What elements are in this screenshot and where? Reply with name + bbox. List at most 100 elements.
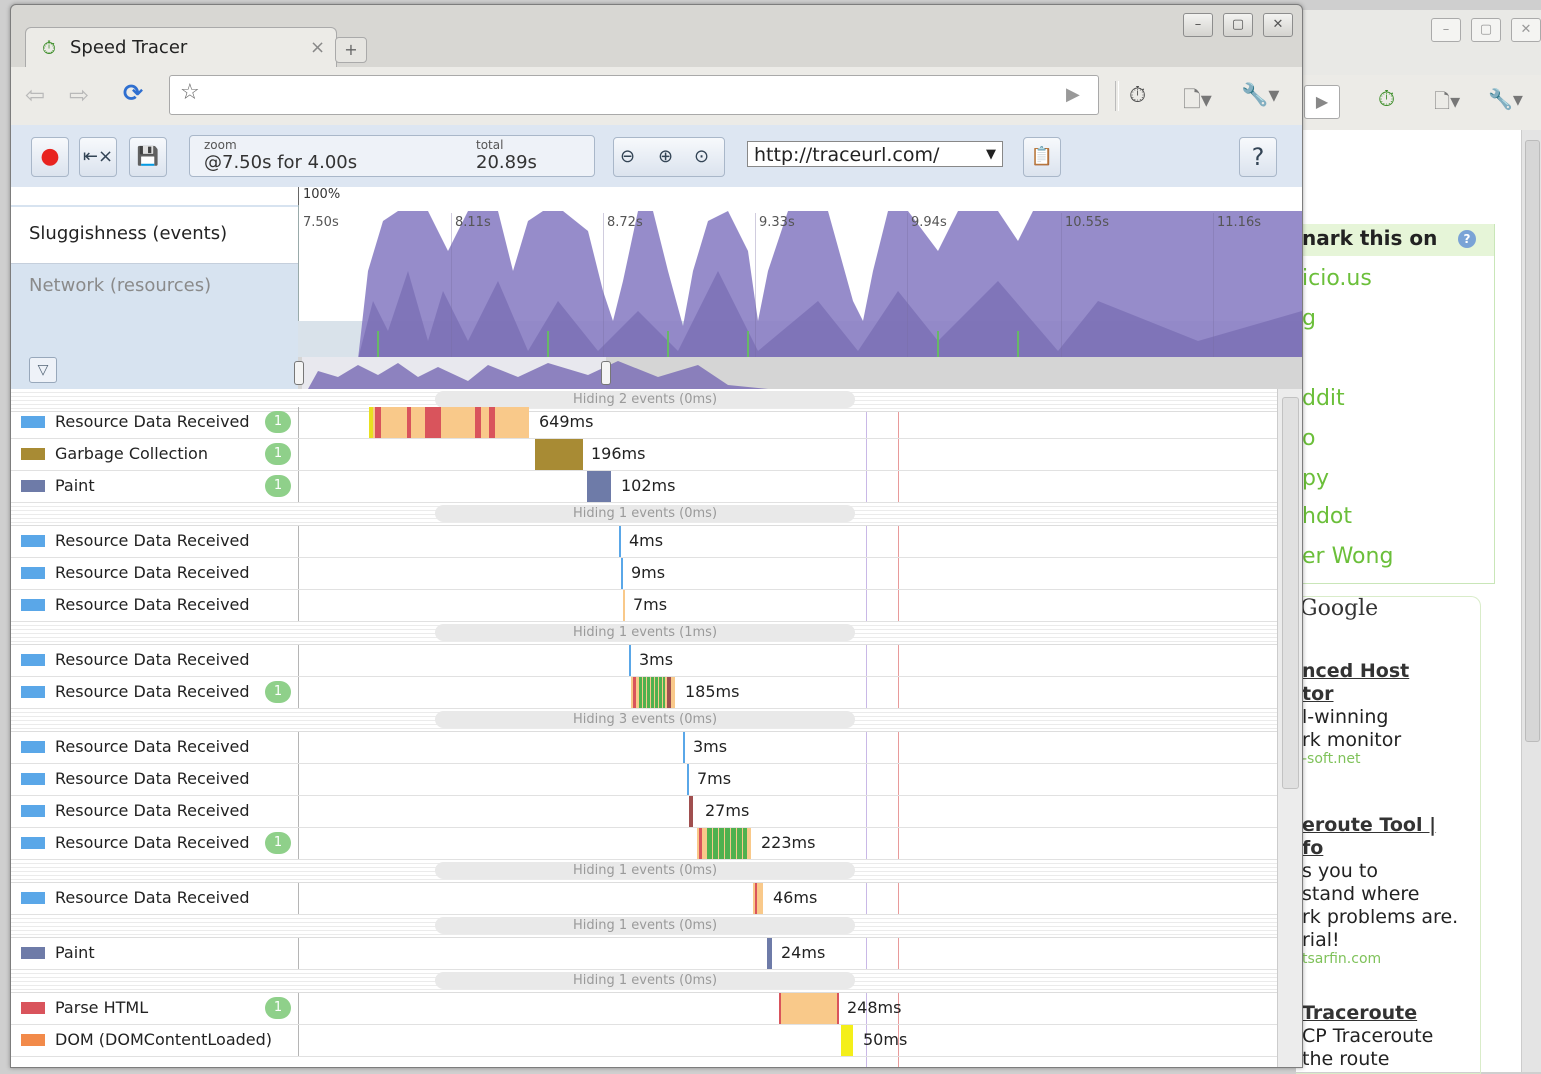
- scrollbar-thumb[interactable]: [1282, 397, 1299, 789]
- help-button[interactable]: ?: [1239, 137, 1277, 177]
- maximize-icon[interactable]: ▢: [1223, 13, 1253, 37]
- event-badge[interactable]: 1: [265, 681, 291, 703]
- event-row[interactable]: Resource Data Received 4ms: [11, 526, 1277, 558]
- filter-button[interactable]: ▽: [29, 357, 57, 383]
- event-badge[interactable]: 1: [265, 411, 291, 433]
- range-handle-right[interactable]: [601, 361, 611, 385]
- hidden-events-row[interactable]: Hiding 3 events (0ms): [11, 709, 1277, 732]
- bg-speedtracer-icon[interactable]: ⏱: [1378, 87, 1395, 112]
- total-label: total: [476, 138, 504, 152]
- bookmark-link[interactable]: er Wong: [1302, 544, 1393, 569]
- bookmark-link[interactable]: hdot: [1302, 504, 1352, 529]
- event-row[interactable]: Resource Data Received 3ms: [11, 645, 1277, 677]
- event-row[interactable]: Resource Data Received 46ms: [11, 883, 1277, 915]
- hidden-events-pill[interactable]: Hiding 1 events (0ms): [435, 505, 855, 522]
- bookmark-link[interactable]: o: [1302, 426, 1315, 451]
- event-badge[interactable]: 1: [265, 832, 291, 854]
- event-row[interactable]: Resource Data Received 7ms: [11, 764, 1277, 796]
- ad-title[interactable]: nced Host: [1302, 660, 1409, 682]
- zoom-in-icon[interactable]: ⊕: [658, 138, 673, 176]
- event-row[interactable]: Resource Data Received 1 185ms: [11, 677, 1277, 709]
- zoom-reset-icon[interactable]: ⊙: [694, 138, 709, 176]
- bg-page-menu-icon[interactable]: 🗋▾: [1434, 87, 1460, 121]
- ad-title[interactable]: eroute Tool |: [1302, 814, 1436, 836]
- ad-url[interactable]: -soft.net: [1302, 751, 1361, 767]
- overview-minimap[interactable]: [298, 357, 1302, 389]
- event-badge[interactable]: 1: [265, 475, 291, 497]
- sluggishness-graph[interactable]: [298, 211, 1302, 359]
- minimize-icon[interactable]: –: [1183, 13, 1213, 37]
- ad-title[interactable]: fo: [1302, 837, 1323, 859]
- star-icon[interactable]: ☆: [180, 80, 200, 105]
- range-handle-left[interactable]: [294, 361, 304, 385]
- hidden-events-pill[interactable]: Hiding 2 events (0ms): [435, 391, 855, 408]
- save-button[interactable]: 💾: [129, 137, 167, 177]
- bg-wrench-menu-icon[interactable]: 🔧▾: [1488, 87, 1523, 111]
- report-button[interactable]: 📋: [1023, 137, 1061, 177]
- url-select[interactable]: http://traceurl.com/ ▼: [747, 141, 1003, 167]
- speedtracer-icon[interactable]: ⏱: [1129, 83, 1146, 108]
- hidden-events-row[interactable]: Hiding 1 events (0ms): [11, 970, 1277, 993]
- event-list-scrollbar[interactable]: [1277, 389, 1302, 1067]
- bookmark-link[interactable]: py: [1302, 466, 1329, 491]
- wrench-menu-icon[interactable]: 🔧▾: [1241, 83, 1279, 108]
- go-icon[interactable]: ▶: [1066, 84, 1080, 105]
- event-badge[interactable]: 1: [265, 997, 291, 1019]
- event-row[interactable]: Paint 24ms: [11, 938, 1277, 970]
- zoom-out-icon[interactable]: ⊖: [620, 138, 635, 176]
- event-row[interactable]: Resource Data Received 3ms: [11, 732, 1277, 764]
- event-label: Resource Data Received: [55, 769, 250, 788]
- bg-maximize-icon[interactable]: ▢: [1471, 18, 1501, 42]
- back-icon[interactable]: ⇦: [25, 81, 45, 109]
- event-row[interactable]: Paint 1 102ms: [11, 471, 1277, 503]
- hidden-events-pill[interactable]: Hiding 1 events (1ms): [435, 624, 855, 641]
- tab-speed-tracer[interactable]: ⏱ Speed Tracer ×: [25, 27, 337, 68]
- bg-go-icon[interactable]: ▶: [1304, 85, 1340, 119]
- bookmark-link[interactable]: ddit: [1302, 386, 1345, 411]
- hidden-events-pill[interactable]: Hiding 1 events (0ms): [435, 862, 855, 879]
- tick-gridline: [1061, 213, 1062, 359]
- google-ads-label: Google: [1300, 596, 1379, 621]
- reload-icon[interactable]: ⟳: [123, 79, 143, 107]
- hidden-events-pill[interactable]: Hiding 3 events (0ms): [435, 711, 855, 728]
- event-duration: 248ms: [847, 998, 902, 1017]
- event-row[interactable]: Parse HTML 1 248ms: [11, 993, 1277, 1025]
- bookmark-link[interactable]: icio.us: [1302, 266, 1372, 291]
- event-row[interactable]: Resource Data Received 27ms: [11, 796, 1277, 828]
- bg-scrollbar-thumb[interactable]: [1525, 140, 1540, 742]
- forward-icon[interactable]: ⇨: [69, 81, 89, 109]
- new-tab-button[interactable]: +: [335, 37, 367, 63]
- bookmark-link[interactable]: g: [1302, 306, 1316, 331]
- record-button[interactable]: ●: [31, 137, 69, 177]
- hidden-events-row[interactable]: Hiding 1 events (0ms): [11, 915, 1277, 938]
- hidden-events-row[interactable]: Hiding 1 events (0ms): [11, 860, 1277, 883]
- hidden-events-pill[interactable]: Hiding 1 events (0ms): [435, 972, 855, 989]
- hidden-events-pill[interactable]: Hiding 1 events (0ms): [435, 917, 855, 934]
- clear-button[interactable]: ⇤×: [79, 137, 117, 177]
- event-row[interactable]: Garbage Collection 1 196ms: [11, 439, 1277, 471]
- ad-url[interactable]: tsarfin.com: [1302, 951, 1381, 967]
- bg-scrollbar[interactable]: [1521, 130, 1541, 1072]
- tick-gridline: [755, 213, 756, 359]
- hidden-events-row[interactable]: Hiding 1 events (0ms): [11, 503, 1277, 526]
- bg-minimize-icon[interactable]: –: [1431, 18, 1461, 42]
- ad-title[interactable]: tor: [1302, 683, 1334, 705]
- close-window-icon[interactable]: ✕: [1263, 13, 1293, 37]
- page-menu-icon[interactable]: 🗋▾: [1183, 83, 1212, 121]
- omnibox[interactable]: ☆ ▶: [169, 75, 1099, 115]
- ad-title[interactable]: Traceroute: [1302, 1002, 1417, 1024]
- event-row[interactable]: DOM (DOMContentLoaded) 50ms: [11, 1025, 1277, 1057]
- sluggishness-tab[interactable]: Sluggishness (events): [11, 207, 298, 264]
- event-row[interactable]: Resource Data Received 1 223ms: [11, 828, 1277, 860]
- event-label: DOM (DOMContentLoaded): [55, 1030, 273, 1049]
- network-tab[interactable]: Network (resources): [29, 275, 211, 296]
- help-icon[interactable]: ?: [1458, 230, 1476, 248]
- event-row[interactable]: Resource Data Received 1 649ms: [11, 407, 1277, 439]
- event-row[interactable]: Resource Data Received 7ms: [11, 590, 1277, 622]
- bg-close-icon[interactable]: ✕: [1511, 18, 1541, 42]
- event-row[interactable]: Resource Data Received 9ms: [11, 558, 1277, 590]
- hidden-events-row[interactable]: Hiding 1 events (1ms): [11, 622, 1277, 645]
- event-badge[interactable]: 1: [265, 443, 291, 465]
- tab-close-icon[interactable]: ×: [310, 37, 325, 58]
- event-color-swatch: [21, 947, 45, 959]
